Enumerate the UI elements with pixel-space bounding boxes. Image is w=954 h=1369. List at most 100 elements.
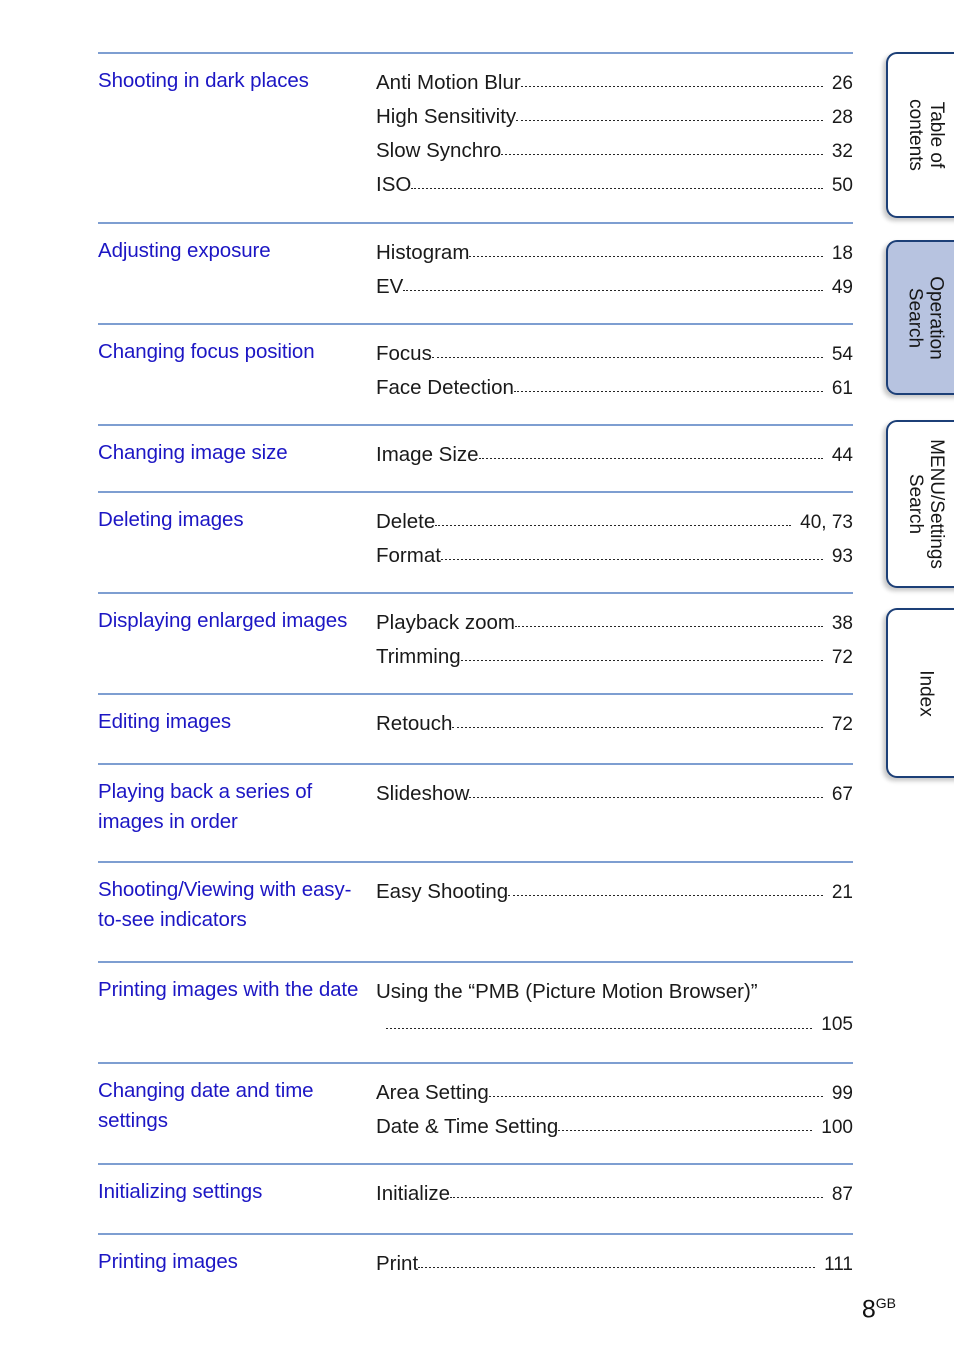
toc-entry-title: Using the “PMB (Picture Motion Browser)” <box>376 980 758 1003</box>
toc-entry-page-line: 105 <box>376 1008 853 1041</box>
toc-entry-list: Histogram 18 EV 49 <box>376 224 853 304</box>
toc-category-label: Shooting/Viewing with easy-to-see indica… <box>98 878 352 931</box>
dot-leader <box>418 1267 816 1268</box>
toc-entry-title: ISO <box>376 173 412 196</box>
toc-entry-page: 38 <box>831 613 853 634</box>
table-row: Editing images Retouch 72 <box>98 693 853 763</box>
list-item[interactable]: Date & Time Setting 100 <box>376 1110 853 1144</box>
toc-entry-page: 93 <box>831 546 853 567</box>
list-item[interactable]: Face Detection 61 <box>376 371 853 405</box>
toc-entry-list: Retouch 72 <box>376 695 853 741</box>
list-item[interactable]: Slow Synchro 32 <box>376 134 853 168</box>
list-item[interactable]: Playback zoom 38 <box>376 606 853 640</box>
toc-entry-title: Retouch <box>376 712 453 735</box>
dot-leader <box>488 1096 823 1097</box>
dot-leader <box>513 391 823 392</box>
sidebar-tab-line1: Operation <box>926 275 948 360</box>
list-item[interactable]: Trimming 72 <box>376 640 853 674</box>
toc-entry-page: 18 <box>831 243 853 264</box>
toc-category-label: Displaying enlarged images <box>98 609 348 632</box>
table-row: Printing images with the date Using the … <box>98 961 853 1062</box>
toc-category-label: Playing back a series of images in order <box>98 780 313 833</box>
toc-entry-list: Print 111 <box>376 1235 853 1281</box>
toc-entry-list: Playback zoom 38 Trimming 72 <box>376 594 853 674</box>
table-row: Adjusting exposure Histogram 18 EV 49 <box>98 222 853 323</box>
list-item[interactable]: Slideshow 67 <box>376 777 853 811</box>
toc-category-label: Changing image size <box>98 441 288 464</box>
toc-category-label: Deleting images <box>98 508 244 531</box>
list-item[interactable]: Anti Motion Blur 26 <box>376 66 853 100</box>
dot-leader <box>478 458 823 459</box>
list-item[interactable]: Area Setting 99 <box>376 1076 853 1110</box>
sidebar-tab-index[interactable]: Index <box>886 608 954 778</box>
page-number-value: 8 <box>861 1295 876 1323</box>
toc-entry-title: Easy Shooting <box>376 880 509 903</box>
sidebar-tab-label: Table of contents <box>905 99 947 171</box>
toc-entry-page: 26 <box>831 73 853 94</box>
list-item[interactable]: Using the “PMB (Picture Motion Browser)”… <box>376 975 853 1041</box>
toc-entry-title: Slideshow <box>376 782 470 805</box>
dot-leader <box>558 1130 813 1131</box>
toc-entry-title: Date & Time Setting <box>376 1115 559 1138</box>
list-item[interactable]: Initialize 87 <box>376 1177 853 1211</box>
list-item[interactable]: Print 111 <box>376 1247 853 1281</box>
toc-entry-list: Image Size 44 <box>376 426 853 472</box>
toc-entry-list: Easy Shooting 21 <box>376 863 853 909</box>
toc-entry-page: 72 <box>831 714 853 735</box>
toc-category-label: Initializing settings <box>98 1180 263 1203</box>
table-row: Shooting in dark places Anti Motion Blur… <box>98 52 853 222</box>
list-item[interactable]: EV 49 <box>376 270 853 304</box>
toc-entry-page: 105 <box>821 1014 853 1035</box>
page-number-region-suffix: GB <box>875 1294 896 1311</box>
toc-entry-page: 99 <box>831 1083 853 1104</box>
dot-leader <box>515 626 823 627</box>
sidebar-tab-line1: Table of <box>925 101 947 169</box>
toc-entry-title: Delete <box>376 510 436 533</box>
list-item[interactable]: ISO 50 <box>376 168 853 202</box>
toc-entry-page: 54 <box>831 344 853 365</box>
toc-category-label: Changing focus position <box>98 340 315 363</box>
toc-entry-page: 49 <box>831 277 853 298</box>
toc-entry-title: Face Detection <box>376 376 514 399</box>
sidebar-tab-label: Index <box>915 670 936 716</box>
toc-entry-page: 111 <box>824 1254 853 1275</box>
table-row: Shooting/Viewing with easy-to-see indica… <box>98 861 853 961</box>
toc-entry-title: Anti Motion Blur <box>376 71 521 94</box>
list-item[interactable]: Focus 54 <box>376 337 853 371</box>
toc-entry-list: Area Setting 99 Date & Time Setting 100 <box>376 1064 853 1144</box>
dot-leader <box>435 525 792 526</box>
sidebar-tab-menu-settings-search[interactable]: MENU/Settings Search <box>886 420 954 588</box>
toc-entry-list: Anti Motion Blur 26 High Sensitivity 28 … <box>376 54 853 202</box>
operation-search-toc-table: Shooting in dark places Anti Motion Blur… <box>98 52 853 1293</box>
list-item[interactable]: Delete 40, 73 <box>376 505 853 539</box>
sidebar-tab-table-of-contents[interactable]: Table of contents <box>886 52 954 218</box>
list-item[interactable]: Format 93 <box>376 539 853 573</box>
toc-entry-title: Area Setting <box>376 1081 489 1104</box>
dot-leader <box>450 1197 823 1198</box>
toc-entry-page: 61 <box>831 378 853 399</box>
page-number: 8GB <box>862 1295 896 1324</box>
list-item[interactable]: Histogram 18 <box>376 236 853 270</box>
toc-entry-title: Focus <box>376 342 432 365</box>
toc-category-label: Printing images <box>98 1250 238 1273</box>
sidebar-tab-line2: Search <box>905 473 926 535</box>
document-page: Shooting in dark places Anti Motion Blur… <box>0 0 954 1369</box>
sidebar-tab-label: Operation Search <box>905 276 947 359</box>
toc-entry-title: Slow Synchro <box>376 139 502 162</box>
table-row: Displaying enlarged images Playback zoom… <box>98 592 853 693</box>
toc-entry-list: Using the “PMB (Picture Motion Browser)”… <box>376 963 853 1041</box>
toc-entry-title: Initialize <box>376 1182 451 1205</box>
list-item[interactable]: Retouch 72 <box>376 707 853 741</box>
list-item[interactable]: High Sensitivity 28 <box>376 100 853 134</box>
toc-entry-page: 21 <box>831 882 853 903</box>
list-item[interactable]: Easy Shooting 21 <box>376 875 853 909</box>
dot-leader <box>501 154 823 155</box>
sidebar-tab-operation-search[interactable]: Operation Search <box>886 240 954 395</box>
list-item[interactable]: Image Size 44 <box>376 438 853 472</box>
toc-category-label: Shooting in dark places <box>98 69 309 92</box>
toc-category-label: Changing date and time settings <box>98 1079 314 1132</box>
toc-entry-title: Format <box>376 544 441 567</box>
toc-entry-page: 67 <box>831 784 853 805</box>
dot-leader <box>508 895 823 896</box>
toc-entry-list: Slideshow 67 <box>376 765 853 811</box>
